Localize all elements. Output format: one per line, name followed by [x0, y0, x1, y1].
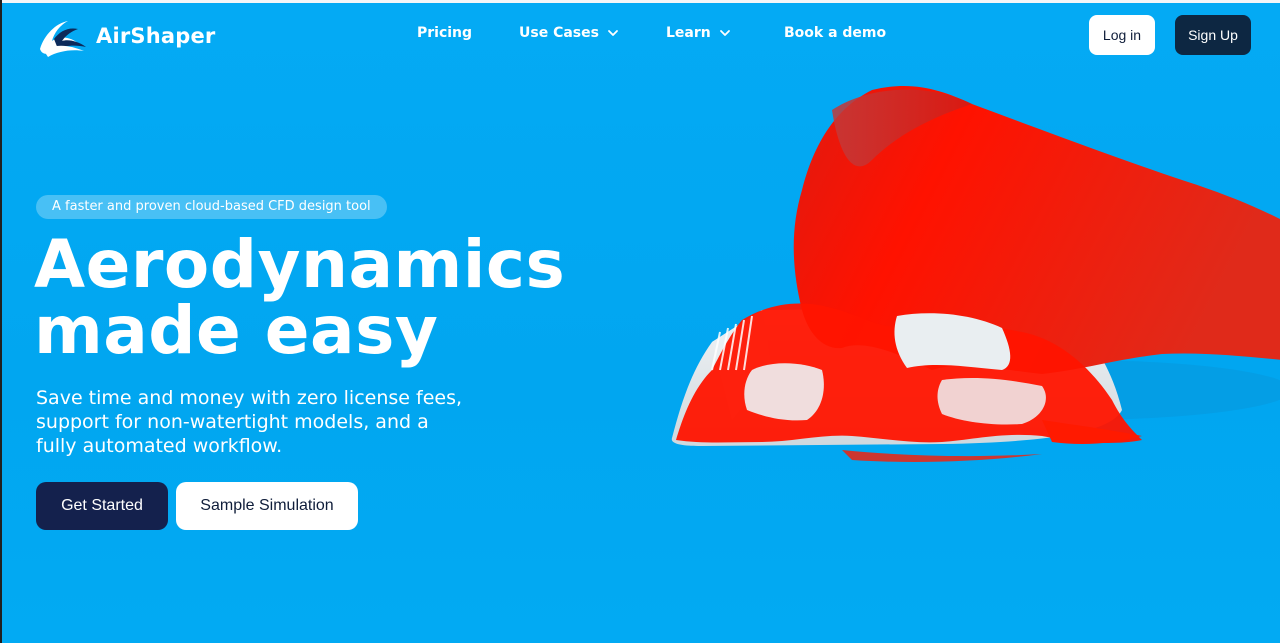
hero-title-line: made easy	[34, 292, 439, 369]
hero-badge: A faster and proven cloud-based CFD desi…	[36, 195, 387, 219]
brand-logo-link[interactable]: AirShaper	[34, 15, 215, 57]
nav-item-pricing[interactable]: Pricing	[417, 25, 472, 41]
hero-subtitle: Save time and money with zero license fe…	[36, 386, 463, 458]
site-header: AirShaper Pricing Use Cases Learn Book a…	[2, 3, 1280, 67]
get-started-button[interactable]: Get Started	[36, 482, 168, 530]
landing-page: AirShaper Pricing Use Cases Learn Book a…	[0, 0, 1280, 643]
hero-subtitle-line: Save time and money with zero license fe…	[36, 387, 463, 409]
hero-title-line: Aerodynamics	[34, 226, 566, 303]
signup-button[interactable]: Sign Up	[1175, 15, 1251, 55]
hero-subtitle-line: support for non-watertight models, and a	[36, 411, 429, 433]
airshaper-wave-icon	[34, 15, 88, 57]
brand-name: AirShaper	[96, 24, 216, 48]
nav-item-use-cases[interactable]: Use Cases	[519, 25, 619, 41]
nav-item-label: Pricing	[417, 25, 473, 41]
chevron-down-icon	[719, 30, 730, 36]
nav-item-learn[interactable]: Learn	[666, 25, 731, 41]
cfd-simulation-image	[642, 70, 1280, 480]
nav-item-label: Use Cases	[519, 25, 599, 41]
nav-item-label: Book a demo	[784, 25, 887, 41]
nav-item-label: Learn	[666, 25, 711, 41]
sample-simulation-button[interactable]: Sample Simulation	[176, 482, 358, 530]
hero-subtitle-line: fully automated workflow.	[36, 435, 283, 457]
hero-title: Aerodynamics made easy	[34, 232, 565, 364]
nav-item-book-demo[interactable]: Book a demo	[784, 25, 886, 41]
chevron-down-icon	[608, 30, 618, 36]
login-button[interactable]: Log in	[1089, 15, 1155, 55]
